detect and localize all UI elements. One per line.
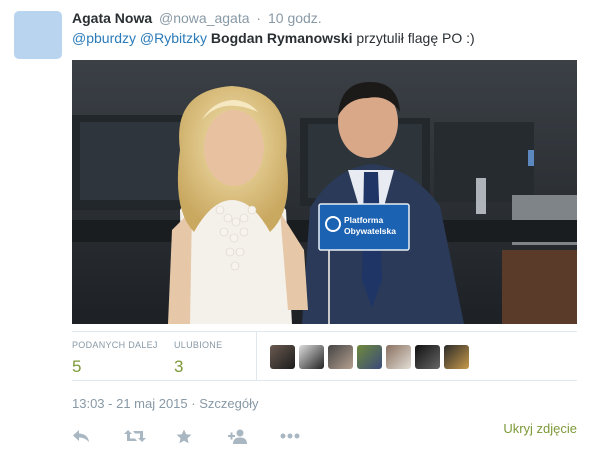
mention-link[interactable]: @pburdzy (72, 30, 136, 46)
avatar[interactable] (299, 345, 324, 369)
retweets-stat[interactable]: PODANYCH DALEJ 5 (72, 340, 158, 377)
favorites-stat[interactable]: ULUBIONE 3 (174, 340, 222, 377)
hide-photo-link[interactable]: Ukryj zdjęcie (503, 421, 577, 436)
favorites-count: 3 (174, 357, 184, 376)
author-avatar[interactable] (14, 11, 62, 59)
header-separator: · (256, 10, 262, 26)
follow-button[interactable] (228, 425, 280, 447)
retweets-label: PODANYCH DALEJ (72, 340, 158, 350)
tweet-actions (72, 425, 332, 447)
author-name[interactable]: Agata Nowa (72, 10, 152, 26)
mention-link[interactable]: @Rybitzky (140, 30, 207, 46)
tweet-stats: PODANYCH DALEJ 5 ULUBIONE 3 (72, 331, 577, 381)
follow-icon (228, 429, 247, 444)
tweet-time[interactable]: 10 godz. (268, 10, 322, 26)
avatar[interactable] (328, 345, 353, 369)
avatar[interactable] (270, 345, 295, 369)
favorites-label: ULUBIONE (174, 340, 223, 350)
favorite-icon (176, 429, 192, 443)
avatar-row (270, 345, 469, 369)
tweet-bold-text: Bogdan Rymanowski (210, 30, 353, 46)
reply-icon (73, 430, 89, 442)
tweet-text: @pburdzy @Rybitzky Bogdan Rymanowski prz… (72, 29, 475, 47)
avatar[interactable] (444, 345, 469, 369)
sign-text-line-2: Obywatelska (344, 226, 396, 236)
retweet-icon (124, 430, 146, 442)
retweet-button[interactable] (124, 425, 176, 447)
reply-button[interactable] (72, 425, 124, 447)
stats-divider (256, 332, 257, 381)
favorite-button[interactable] (176, 425, 228, 447)
tweet-header: Agata Nowa @nowa_agata · 10 godz. (72, 9, 322, 27)
sign-text-line-1: Platforma (344, 215, 383, 225)
author-handle[interactable]: @nowa_agata (159, 10, 250, 26)
timestamp-separator: · (191, 396, 196, 411)
avatar[interactable] (415, 345, 440, 369)
more-button[interactable] (280, 425, 332, 447)
retweets-count: 5 (72, 357, 82, 376)
more-icon (280, 433, 300, 439)
timestamp-text: 13:03 - 21 maj 2015 (72, 396, 188, 411)
avatar[interactable] (357, 345, 382, 369)
avatar[interactable] (386, 345, 411, 369)
tweet-body-text: przytulił flagę PO :) (356, 30, 475, 46)
details-link[interactable]: Szczegóły (199, 396, 258, 411)
tweet-photo[interactable]: Platforma Obywatelska (72, 60, 577, 324)
tweet-timestamp: 13:03 - 21 maj 2015 · Szczegóły (72, 396, 258, 411)
